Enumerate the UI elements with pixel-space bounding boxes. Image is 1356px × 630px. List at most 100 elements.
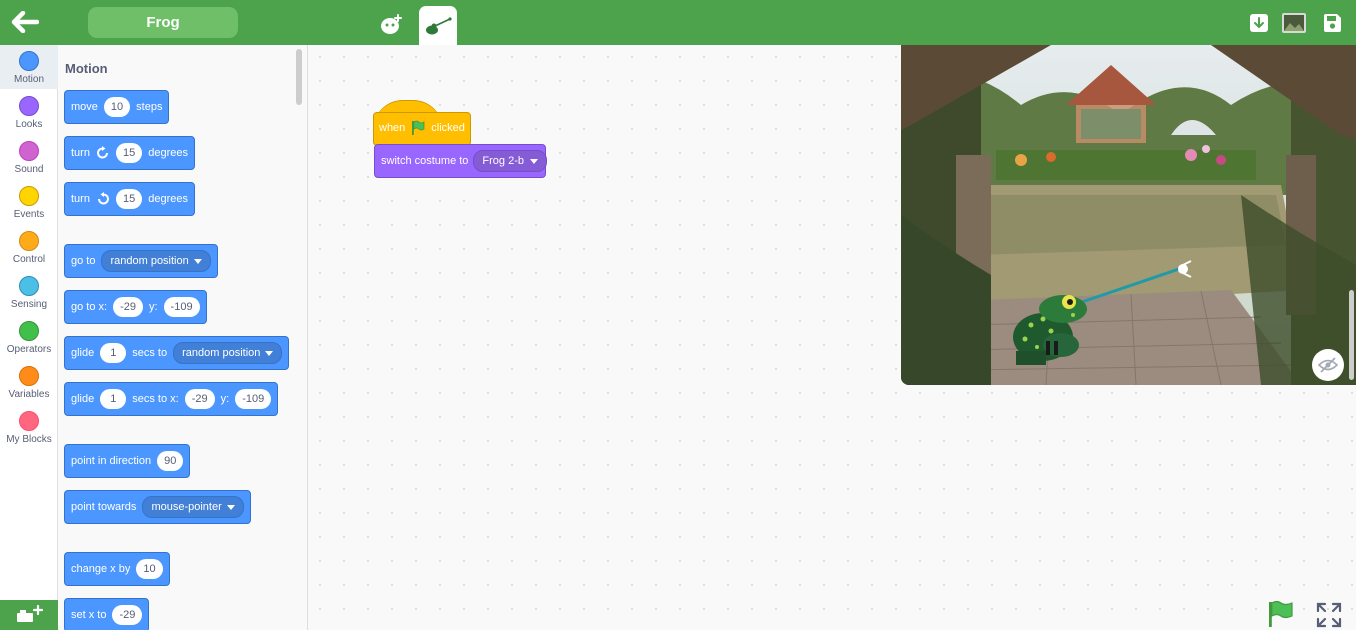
add-extension-button[interactable]: [0, 600, 58, 630]
x-set-input[interactable]: -29: [112, 605, 143, 625]
go-to-target-dropdown[interactable]: random position: [101, 250, 211, 272]
stage-scrollbar[interactable]: [1349, 290, 1354, 380]
green-flag-icon: [412, 120, 425, 135]
x-input[interactable]: -29: [184, 389, 215, 409]
block-text: degrees: [148, 193, 188, 205]
block-text: y:: [220, 393, 230, 405]
category-menu: Motion Looks Sound Events Control Sensin…: [0, 45, 58, 630]
eye-slash-icon: [1318, 357, 1338, 373]
stage[interactable]: [901, 45, 1356, 385]
rotate-right-icon: [97, 146, 108, 159]
project-thumbnail-icon: [1282, 13, 1306, 33]
block-text: clicked: [431, 122, 465, 134]
glide-target-dropdown[interactable]: random position: [173, 342, 283, 364]
block-change-x[interactable]: change x by 10: [64, 552, 170, 586]
block-turn-right[interactable]: turn 15 degrees: [64, 136, 195, 170]
secs-input[interactable]: 1: [100, 389, 127, 409]
sprite-name-title[interactable]: Frog: [88, 7, 238, 38]
block-glide-xy[interactable]: glide 1 secs to x: -29 y: -109: [64, 382, 279, 416]
block-text: turn: [71, 147, 90, 159]
category-variables[interactable]: Variables: [0, 360, 58, 404]
block-text: go to x:: [71, 301, 108, 313]
x-input[interactable]: -29: [113, 297, 143, 317]
palette-title: Motion: [65, 61, 108, 76]
sensing-dot-icon: [19, 276, 39, 296]
category-looks[interactable]: Looks: [0, 90, 58, 134]
block-glide-to[interactable]: glide 1 secs to random position: [64, 336, 290, 370]
hat-content: when clicked: [379, 120, 465, 136]
block-text: switch costume to: [381, 155, 469, 167]
caret-down-icon: [530, 158, 538, 164]
category-motion[interactable]: Motion: [0, 45, 58, 89]
events-dot-icon: [19, 186, 39, 206]
block-move-steps[interactable]: move 10 steps: [64, 90, 170, 124]
block-point-in-direction[interactable]: point in direction 90: [64, 444, 191, 478]
point-towards-dropdown[interactable]: mouse-pointer: [142, 496, 244, 518]
block-text: turn: [71, 193, 90, 205]
variables-dot-icon: [19, 366, 39, 386]
block-switch-costume[interactable]: switch costume to Frog 2-b: [374, 144, 547, 178]
stage-backdrop-garden: [901, 45, 1356, 385]
block-go-to[interactable]: go to random position: [64, 244, 218, 278]
palette-scrollbar[interactable]: [296, 49, 302, 105]
block-text: steps: [136, 101, 163, 113]
block-turn-left[interactable]: turn 15 degrees: [64, 182, 195, 216]
top-bar: Frog: [0, 0, 1356, 45]
category-events[interactable]: Events: [0, 180, 58, 224]
costume-tab-icon: [426, 16, 452, 34]
fullscreen-button[interactable]: [1316, 602, 1342, 628]
x-change-input[interactable]: 10: [136, 559, 163, 579]
control-dot-icon: [19, 231, 39, 251]
save-button[interactable]: [1319, 10, 1345, 36]
category-label: Sensing: [10, 299, 48, 310]
block-when-flag-clicked[interactable]: when clicked: [373, 100, 471, 146]
tab-costumes[interactable]: [419, 6, 457, 45]
looks-dot-icon: [19, 96, 39, 116]
category-sensing[interactable]: Sensing: [0, 270, 58, 314]
operators-dot-icon: [19, 321, 39, 341]
project-thumbnail[interactable]: [1281, 10, 1307, 36]
green-flag-icon: [1269, 600, 1293, 627]
secs-input[interactable]: 1: [100, 343, 127, 363]
category-sound[interactable]: Sound: [0, 135, 58, 179]
block-palette: Motion move 10 steps turn 15 degrees tur…: [58, 45, 308, 630]
category-control[interactable]: Control: [0, 225, 58, 269]
block-text: glide: [71, 347, 95, 359]
block-text: degrees: [148, 147, 188, 159]
y-input[interactable]: -109: [235, 389, 272, 409]
block-text: when: [379, 122, 406, 134]
block-text: go to: [71, 255, 96, 267]
block-go-to-xy[interactable]: go to x: -29 y: -109: [64, 290, 207, 324]
block-text: point towards: [71, 501, 137, 513]
add-extension-icon: [17, 604, 44, 622]
category-my-blocks[interactable]: My Blocks: [0, 405, 58, 449]
costume-dropdown[interactable]: Frog 2-b: [473, 150, 547, 172]
green-flag-button[interactable]: [1266, 600, 1296, 628]
block-text: glide: [71, 393, 95, 405]
download-button[interactable]: [1246, 10, 1272, 36]
block-set-x[interactable]: set x to -29: [64, 598, 150, 630]
my-blocks-dot-icon: [19, 411, 39, 431]
degrees-input[interactable]: 15: [115, 143, 143, 163]
dropdown-value: random position: [110, 255, 189, 267]
degrees-input[interactable]: 15: [115, 189, 143, 209]
steps-input[interactable]: 10: [103, 97, 131, 117]
y-input[interactable]: -109: [163, 297, 200, 317]
rotate-left-icon: [97, 192, 109, 205]
category-label: My Blocks: [6, 434, 52, 445]
direction-input[interactable]: 90: [157, 451, 184, 471]
block-text: secs to x:: [132, 393, 179, 405]
back-button[interactable]: [8, 8, 42, 36]
category-operators[interactable]: Operators: [0, 315, 58, 359]
block-point-towards[interactable]: point towards mouse-pointer: [64, 490, 251, 524]
category-label: Events: [13, 209, 45, 220]
tab-code[interactable]: [372, 8, 412, 40]
dropdown-value: mouse-pointer: [151, 501, 222, 513]
download-icon: [1250, 14, 1268, 32]
caret-down-icon: [265, 350, 274, 356]
block-text: change x by: [71, 563, 131, 575]
category-label: Control: [12, 254, 46, 265]
category-label: Variables: [8, 389, 50, 400]
block-text: secs to: [132, 347, 168, 359]
hide-stage-button[interactable]: [1312, 349, 1344, 381]
